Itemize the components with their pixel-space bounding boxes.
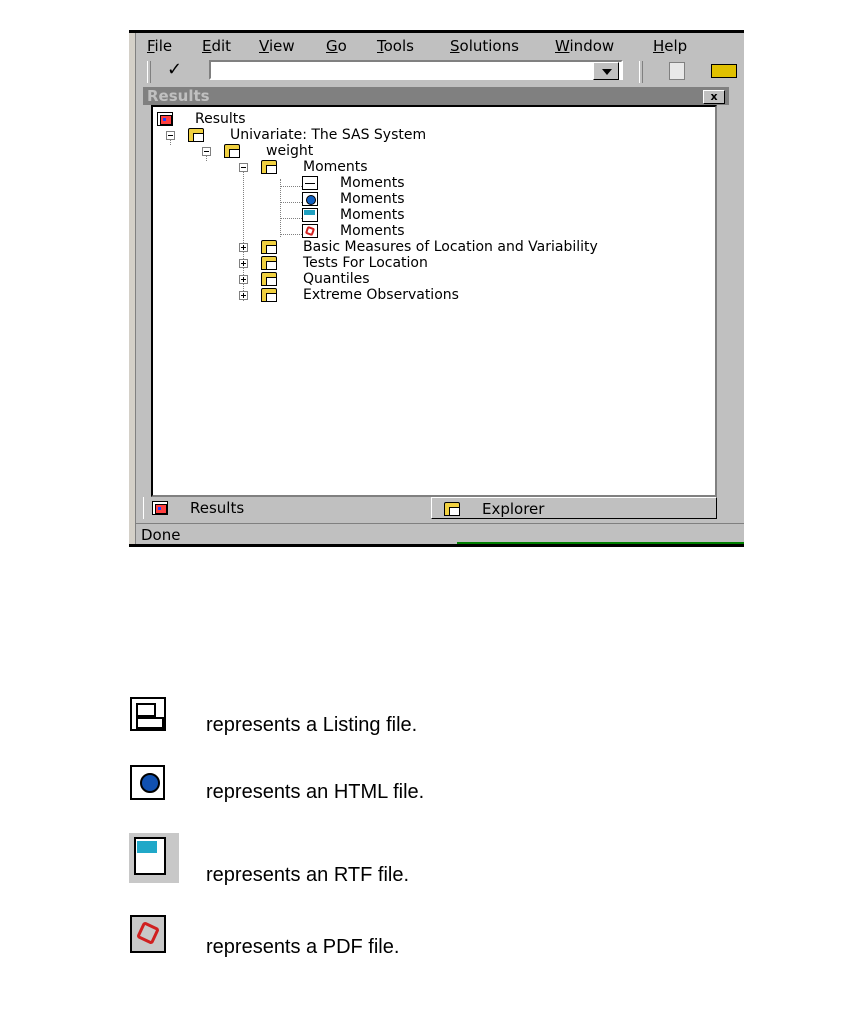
menu-solutions[interactable]: Solutions xyxy=(450,37,519,55)
folder-icon xyxy=(224,144,240,158)
expand-icon[interactable] xyxy=(239,259,248,268)
legend-html-text: represents an HTML file. xyxy=(206,781,425,803)
tree-line xyxy=(280,186,302,187)
tree-line xyxy=(280,202,302,203)
rtf-file-icon xyxy=(129,833,179,883)
menu-bar: File Edit View Go Tools Solutions Window… xyxy=(139,33,744,57)
collapse-icon[interactable] xyxy=(166,131,175,140)
folder-icon xyxy=(261,160,277,174)
pdf-file-icon xyxy=(130,915,166,953)
check-icon[interactable]: ✓ xyxy=(167,59,182,80)
expand-icon[interactable] xyxy=(239,243,248,252)
new-document-icon[interactable] xyxy=(669,62,685,80)
rtf-file-icon xyxy=(302,208,318,222)
results-title: Results xyxy=(147,87,210,105)
sas-window: File Edit View Go Tools Solutions Window… xyxy=(129,30,744,547)
folder-icon xyxy=(261,256,277,270)
command-input[interactable] xyxy=(209,60,623,80)
legend-listing-text: represents a Listing file. xyxy=(206,714,418,736)
open-folder-icon[interactable] xyxy=(711,64,737,78)
menu-edit[interactable]: Edit xyxy=(202,37,231,55)
folder-icon xyxy=(261,288,277,302)
results-icon xyxy=(152,501,168,515)
results-title-bar: Results x xyxy=(143,87,729,105)
listing-file-icon xyxy=(130,697,166,731)
tab-results[interactable]: Results xyxy=(143,497,431,519)
listing-file-icon xyxy=(302,176,318,190)
window-left-edge xyxy=(129,33,136,544)
tab-explorer[interactable]: Explorer xyxy=(431,497,717,519)
html-file-icon xyxy=(130,765,165,800)
menu-go[interactable]: Go xyxy=(326,37,347,55)
collapse-icon[interactable] xyxy=(239,163,248,172)
tree-line xyxy=(280,218,302,219)
legend-pdf-text: represents a PDF file. xyxy=(206,936,400,958)
results-tree-panel: Results Univariate: The SAS System weigh… xyxy=(151,105,717,497)
close-icon[interactable]: x xyxy=(703,90,725,104)
expand-icon[interactable] xyxy=(239,291,248,300)
menu-view[interactable]: View xyxy=(259,37,295,55)
status-progress-line xyxy=(457,542,744,544)
menu-help[interactable]: Help xyxy=(653,37,687,55)
tree-line xyxy=(280,234,302,235)
html-file-icon xyxy=(302,192,318,206)
pdf-file-icon xyxy=(302,224,318,238)
menu-window[interactable]: Window xyxy=(555,37,614,55)
toolbar: ✓ xyxy=(135,57,744,87)
status-text: Done xyxy=(141,526,181,544)
chevron-down-icon[interactable] xyxy=(593,62,619,80)
tree-line xyxy=(280,179,281,237)
folder-icon xyxy=(261,240,277,254)
toolbar-grip-2[interactable] xyxy=(639,61,643,83)
toolbar-grip[interactable] xyxy=(147,61,151,83)
folder-icon xyxy=(261,272,277,286)
status-bar: Done xyxy=(135,523,744,544)
legend-rtf-text: represents an RTF file. xyxy=(206,864,410,886)
folder-icon xyxy=(188,128,204,142)
panel-tabs: Results Explorer xyxy=(143,497,729,521)
menu-tools[interactable]: Tools xyxy=(377,37,414,55)
expand-icon[interactable] xyxy=(239,275,248,284)
collapse-icon[interactable] xyxy=(202,147,211,156)
menu-file[interactable]: File xyxy=(147,37,172,55)
explorer-icon xyxy=(444,502,460,516)
results-icon xyxy=(157,112,173,126)
